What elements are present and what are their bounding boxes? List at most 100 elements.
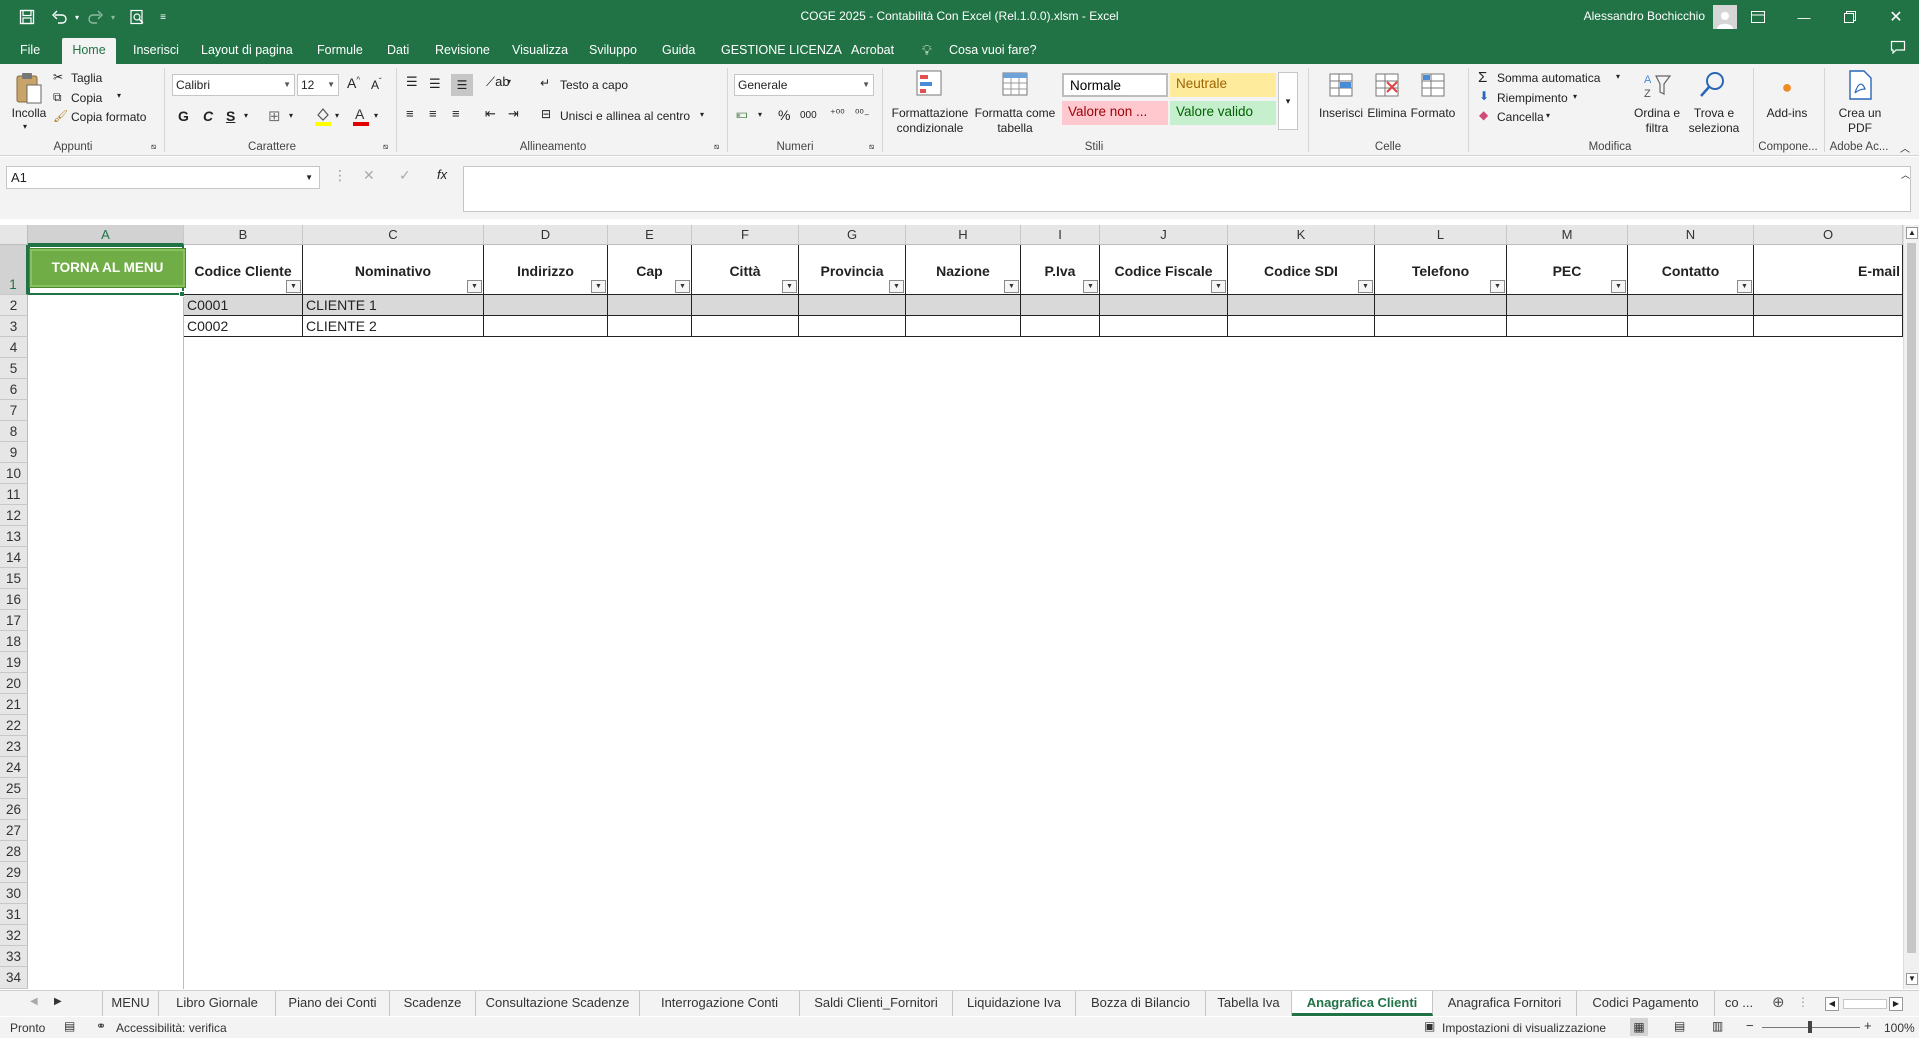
add-sheet-icon[interactable]: ⊕ [1772, 993, 1785, 1011]
table-cell[interactable] [1100, 295, 1228, 316]
scroll-down-icon[interactable]: ▼ [1906, 973, 1918, 985]
table-cell[interactable] [608, 316, 692, 337]
align-left-icon[interactable]: ≡ [406, 106, 414, 121]
row-header[interactable]: 29 [0, 862, 28, 883]
tell-me-search[interactable]: Cosa vuoi fare? [943, 40, 1043, 64]
row-header[interactable]: 28 [0, 841, 28, 862]
column-header-g[interactable]: G [799, 225, 906, 245]
filter-dropdown-icon[interactable]: ▼ [1737, 280, 1752, 293]
row-header[interactable]: 18 [0, 631, 28, 652]
tab-developer[interactable]: Sviluppo [583, 40, 643, 64]
table-cell[interactable] [1100, 316, 1228, 337]
format-cells-icon[interactable] [1416, 68, 1450, 102]
sort-filter-button[interactable]: Ordina e filtra [1628, 106, 1686, 136]
underline-dropdown-icon[interactable]: ▾ [244, 111, 248, 120]
autosum-icon[interactable]: Σ [1478, 69, 1487, 86]
display-settings-button[interactable]: Impostazioni di visualizzazione [1442, 1021, 1606, 1035]
format-painter-button[interactable]: Copia formato [71, 110, 146, 124]
sheet-tab-interrogazione-conti[interactable]: Interrogazione Conti [640, 991, 800, 1016]
table-cell[interactable] [799, 316, 906, 337]
filter-dropdown-icon[interactable]: ▼ [591, 280, 606, 293]
style-good[interactable]: Valore valido [1170, 101, 1276, 125]
increase-font-icon[interactable]: A^ [347, 75, 360, 91]
fill-button[interactable]: Riempimento [1497, 91, 1568, 105]
sheet-tab-liquidazione-iva[interactable]: Liquidazione Iva [953, 991, 1076, 1016]
table-cell[interactable] [484, 295, 608, 316]
paste-icon[interactable] [12, 70, 46, 106]
display-settings-icon[interactable]: ▣ [1424, 1019, 1435, 1033]
bold-button[interactable]: G [178, 108, 189, 124]
conditional-formatting-icon[interactable] [913, 68, 947, 100]
row-header[interactable]: 30 [0, 883, 28, 904]
font-name-combo[interactable]: Calibri ▼ [172, 74, 295, 96]
divider-handle-icon[interactable]: ⋮ [1797, 995, 1809, 1009]
tab-view[interactable]: Visualizza [506, 40, 574, 64]
row-header[interactable]: 4 [0, 337, 28, 358]
clear-button[interactable]: Cancella [1497, 110, 1544, 124]
fill-dropdown-icon[interactable]: ▾ [1573, 92, 1577, 101]
borders-dropdown-icon[interactable]: ▾ [289, 111, 293, 120]
clipboard-launcher-icon[interactable]: ⧅ [151, 142, 156, 152]
filter-dropdown-icon[interactable]: ▼ [889, 280, 904, 293]
decrease-decimal-icon[interactable]: ⁰⁰₋ [855, 107, 870, 120]
table-cell[interactable] [1754, 295, 1903, 316]
format-painter-icon[interactable]: 🖌︎ [53, 109, 68, 123]
fill-color-dropdown-icon[interactable]: ▾ [335, 111, 339, 120]
merge-center-button[interactable]: Unisci e allinea al centro [560, 109, 690, 123]
currency-icon[interactable]: 💶︎ [736, 106, 748, 122]
zoom-out-icon[interactable]: − [1746, 1018, 1754, 1033]
format-cells-button[interactable]: Formato [1408, 106, 1458, 121]
filter-dropdown-icon[interactable]: ▼ [1358, 280, 1373, 293]
row-header[interactable]: 21 [0, 694, 28, 715]
tab-license[interactable]: GESTIONE LICENZA [715, 40, 848, 64]
column-header-o[interactable]: O [1754, 225, 1903, 245]
table-cell[interactable] [1628, 316, 1754, 337]
column-header-i[interactable]: I [1021, 225, 1100, 245]
sheet-tab-anagrafica-clienti[interactable]: Anagrafica Clienti [1292, 991, 1433, 1016]
user-name[interactable]: Alessandro Bochicchio [1584, 9, 1705, 23]
style-neutral[interactable]: Neutrale [1170, 73, 1276, 97]
table-cell[interactable] [1228, 316, 1375, 337]
normal-view-icon[interactable]: ▦ [1630, 1018, 1648, 1036]
scroll-tabs-left-icon[interactable]: ◀ [30, 996, 38, 1007]
zoom-level[interactable]: 100% [1884, 1021, 1915, 1035]
column-header-m[interactable]: M [1507, 225, 1628, 245]
close-icon[interactable]: ✕ [1873, 0, 1919, 34]
format-as-table-button[interactable]: Formatta come tabella [970, 106, 1060, 136]
increase-decimal-icon[interactable]: ⁺⁰⁰ [830, 107, 845, 120]
filter-dropdown-icon[interactable]: ▼ [1004, 280, 1019, 293]
fill-color-icon[interactable] [314, 106, 332, 126]
minimize-icon[interactable]: — [1781, 0, 1827, 34]
table-cell[interactable] [1375, 295, 1507, 316]
delete-cells-icon[interactable] [1370, 68, 1404, 102]
hscroll-right-icon[interactable]: ▶ [1889, 997, 1903, 1011]
sheet-tab-bozza-di-bilancio[interactable]: Bozza di Bilancio [1076, 991, 1206, 1016]
alignment-launcher-icon[interactable]: ⧅ [714, 142, 719, 152]
tab-data[interactable]: Dati [381, 40, 415, 64]
tab-acrobat[interactable]: Acrobat [845, 40, 900, 64]
currency-dropdown-icon[interactable]: ▾ [758, 110, 762, 119]
find-select-button[interactable]: Trova e seleziona [1686, 106, 1742, 136]
row-header[interactable]: 24 [0, 757, 28, 778]
font-launcher-icon[interactable]: ⧅ [383, 142, 388, 152]
sort-filter-icon[interactable]: AZ [1640, 68, 1674, 102]
font-color-icon[interactable]: A [352, 106, 370, 126]
filter-dropdown-icon[interactable]: ▼ [782, 280, 797, 293]
table-cell[interactable] [484, 316, 608, 337]
font-color-dropdown-icon[interactable]: ▾ [374, 111, 378, 120]
fill-down-icon[interactable]: ⬇ [1479, 89, 1489, 103]
table-cell[interactable] [608, 295, 692, 316]
tab-formulas[interactable]: Formule [311, 40, 369, 64]
number-launcher-icon[interactable]: ⧅ [869, 142, 874, 152]
horizontal-scroll-thumb[interactable] [1843, 999, 1887, 1009]
increase-indent-icon[interactable]: ⇥ [508, 106, 519, 122]
font-size-combo[interactable]: 12 ▼ [297, 74, 339, 96]
copy-dropdown-icon[interactable]: ▾ [117, 91, 121, 100]
sheet-tab-libro-giornale[interactable]: Libro Giornale [159, 991, 276, 1016]
column-header-k[interactable]: K [1228, 225, 1375, 245]
row-header[interactable]: 11 [0, 484, 28, 505]
column-header-e[interactable]: E [608, 225, 692, 245]
thousands-separator-button[interactable]: 000 [800, 110, 817, 121]
sheet-tab-menu[interactable]: MENU [102, 991, 159, 1016]
format-as-table-icon[interactable] [999, 68, 1033, 100]
